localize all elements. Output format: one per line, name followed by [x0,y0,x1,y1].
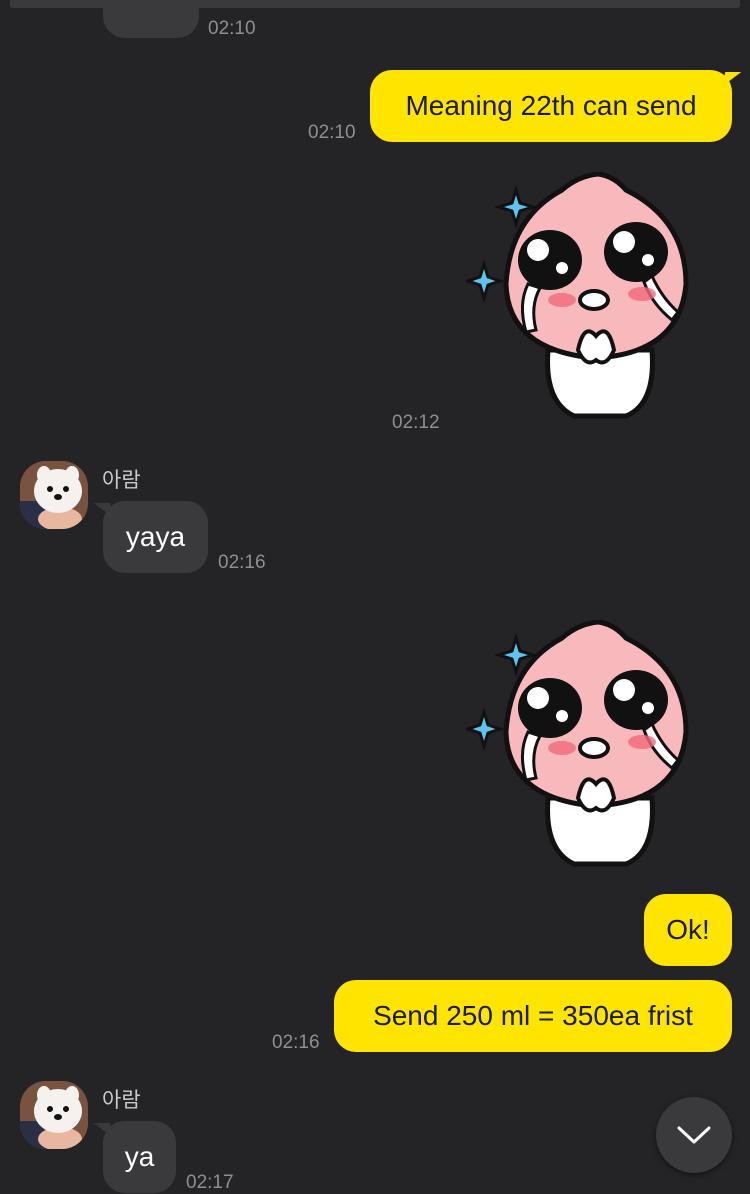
dog-avatar-image [20,1081,88,1149]
crying-peach-sticker[interactable] [463,171,698,422]
message-bubble-incoming[interactable]: ya [103,1121,176,1193]
message-text: ya [124,1141,155,1172]
message-bubble-outgoing[interactable]: Meaning 22th can send [370,70,732,142]
chevron-down-icon [677,1126,711,1144]
sender-name: 아람 [102,468,141,492]
sender-name: 아람 [102,1088,141,1112]
peach-sticker-graphic [463,171,689,419]
dog-avatar-image [20,461,88,529]
crying-peach-sticker[interactable] [463,619,698,870]
message-text: Meaning 22th can send [405,90,697,121]
message-time: 02:17 [186,1172,234,1193]
message-text: Ok! [666,914,710,945]
message-text: yaya [125,521,186,552]
message-bubble-incoming[interactable]: first [103,0,199,38]
message-time: 02:12 [392,412,440,433]
message-time: 02:10 [308,122,356,143]
scroll-to-bottom-button[interactable] [656,1097,732,1173]
avatar[interactable] [20,461,88,529]
avatar[interactable] [20,1081,88,1149]
message-time: 02:10 [208,18,256,39]
message-bubble-outgoing[interactable]: Ok! [644,894,732,966]
message-time: 02:16 [272,1032,320,1053]
message-bubble-outgoing[interactable]: Send 250 ml = 350ea frist [334,980,732,1052]
message-time: 02:16 [218,552,266,573]
message-text: Send 250 ml = 350ea frist [373,1000,693,1031]
message-text: first [128,0,173,4]
peach-sticker-graphic [463,619,689,867]
message-bubble-incoming[interactable]: yaya [103,501,208,573]
